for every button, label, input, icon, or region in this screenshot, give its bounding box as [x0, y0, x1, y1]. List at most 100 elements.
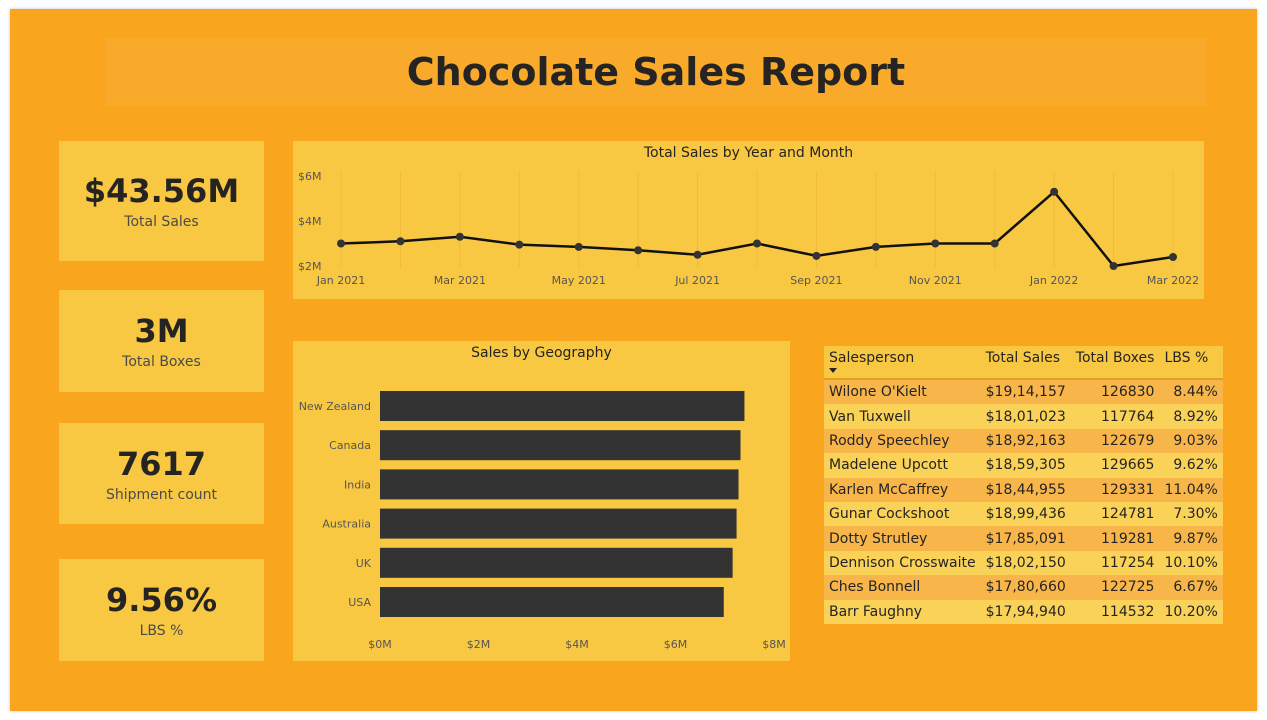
x-tick-label: Jul 2021	[674, 274, 720, 287]
x-tick-label: Jan 2022	[1029, 274, 1078, 287]
kpi-card-lbs-pct[interactable]: 9.56% LBS %	[59, 559, 264, 661]
x-tick-label: Jan 2021	[316, 274, 365, 287]
x-tick-label: $4M	[565, 638, 589, 651]
data-point[interactable]	[1109, 262, 1118, 270]
cell-total-boxes: 126830	[1070, 379, 1160, 405]
cell-total-boxes: 119281	[1070, 526, 1160, 551]
bar[interactable]	[380, 391, 745, 421]
column-header-label: Salesperson	[829, 350, 915, 366]
cell-lbs-pct: 10.20%	[1159, 599, 1223, 624]
data-point[interactable]	[515, 240, 524, 249]
cell-total-boxes: 122679	[1070, 428, 1160, 454]
kpi-value: 9.56%	[105, 581, 217, 619]
table-row[interactable]: Dotty Strutley $17,85,091 119281 9.87%	[824, 526, 1223, 551]
data-point[interactable]	[455, 232, 464, 241]
column-header-total-sales[interactable]: Total Sales	[980, 346, 1071, 380]
cell-total-sales: $18,99,436	[980, 501, 1071, 527]
cell-salesperson: Dotty Strutley	[824, 526, 981, 551]
data-point[interactable]	[1050, 187, 1059, 196]
cell-total-sales: $18,92,163	[980, 428, 1071, 454]
x-tick-label: $0M	[368, 638, 392, 651]
data-point[interactable]	[990, 239, 999, 248]
table-row[interactable]: Van Tuxwell $18,01,023 117764 8.92%	[824, 404, 1223, 429]
sort-descending-icon[interactable]	[829, 368, 837, 373]
category-label: India	[344, 478, 371, 491]
cell-total-boxes: 129331	[1070, 477, 1160, 502]
cell-salesperson: Gunar Cockshoot	[824, 501, 981, 527]
data-point[interactable]	[1169, 253, 1177, 261]
category-label: UK	[356, 557, 372, 570]
cell-lbs-pct: 10.10%	[1159, 550, 1223, 576]
cell-salesperson: Barr Faughny	[824, 599, 981, 624]
table-row[interactable]: Barr Faughny $17,94,940 114532 10.20%	[824, 599, 1223, 624]
line-chart-panel[interactable]: Total Sales by Year and Month $2M $4M $6M J…	[293, 141, 1204, 299]
data-point[interactable]	[693, 250, 702, 259]
x-tick-label: Sep 2021	[790, 274, 842, 287]
table-row[interactable]: Dennison Crosswaite $18,02,150 117254 10.10…	[824, 550, 1223, 576]
table-row[interactable]: Gunar Cockshoot $18,99,436 124781 7.30%	[824, 501, 1223, 527]
cell-salesperson: Van Tuxwell	[824, 404, 981, 429]
cell-lbs-pct: 6.67%	[1159, 575, 1223, 600]
x-tick-label: Mar 2021	[434, 274, 486, 287]
salesperson-table[interactable]: Salesperson Total Sales Total Boxes LBS …	[824, 346, 1223, 624]
column-header-label: Total Boxes	[1075, 350, 1155, 366]
kpi-card-total-boxes[interactable]: 3M Total Boxes	[59, 290, 264, 392]
column-header-total-boxes[interactable]: Total Boxes	[1070, 346, 1160, 380]
table-row[interactable]: Wilone O'Kielt $19,14,157 126830 8.44%	[824, 379, 1223, 405]
table-header-row: Salesperson Total Sales Total Boxes LBS …	[824, 346, 1223, 380]
data-point[interactable]	[753, 239, 761, 248]
cell-salesperson: Roddy Speechley	[824, 428, 981, 454]
cell-total-boxes: 124781	[1070, 501, 1160, 527]
kpi-value: 7617	[116, 444, 207, 483]
cell-total-boxes: 129665	[1070, 453, 1160, 478]
x-tick-label: $6M	[664, 638, 688, 651]
column-header-salesperson[interactable]: Salesperson	[824, 346, 981, 380]
bar-chart-panel[interactable]: Sales by Geography New Zealand Canada Indi…	[293, 341, 790, 661]
kpi-card-shipment-count[interactable]: 7617 Shipment count	[59, 423, 264, 524]
bar[interactable]	[380, 547, 733, 578]
cell-salesperson: Karlen McCaffrey	[824, 477, 981, 502]
table-row[interactable]: Roddy Speechley $18,92,163 122679 9.03%	[824, 428, 1223, 454]
bar[interactable]	[380, 508, 737, 539]
cell-total-sales: $17,94,940	[980, 599, 1071, 624]
table-row[interactable]: Madelene Upcott $18,59,305 129665 9.62%	[824, 453, 1223, 478]
x-tick-label: Nov 2021	[909, 274, 962, 287]
cell-total-sales: $19,14,157	[980, 379, 1071, 405]
column-header-label: LBS %	[1164, 350, 1209, 366]
table-row[interactable]: Ches Bonnell $17,80,660 122725 6.67%	[824, 575, 1223, 600]
cell-lbs-pct: 9.62%	[1159, 453, 1223, 478]
data-point[interactable]	[931, 239, 940, 248]
cell-total-boxes: 122725	[1070, 575, 1160, 600]
line-chart-svg: $2M $4M $6M Jan 2021 Mar 2021 May 2021 Jul 202…	[298, 170, 1199, 287]
cell-total-boxes: 117764	[1070, 404, 1160, 429]
report-title: Chocolate Sales Report	[406, 50, 906, 94]
cell-lbs-pct: 8.44%	[1159, 379, 1223, 405]
cell-total-sales: $17,80,660	[980, 575, 1071, 600]
cell-total-sales: $18,02,150	[980, 550, 1071, 576]
title-band: Chocolate Sales Report	[106, 38, 1206, 106]
table-row[interactable]: Karlen McCaffrey $18,44,955 129331 11.04%	[824, 477, 1223, 502]
data-point[interactable]	[337, 239, 345, 248]
data-point[interactable]	[634, 246, 643, 255]
kpi-card-total-sales[interactable]: $43.56M Total Sales	[59, 141, 264, 261]
category-label: New Zealand	[299, 400, 371, 413]
category-label: Australia	[322, 518, 371, 531]
category-label: Canada	[329, 439, 371, 452]
bar[interactable]	[380, 587, 724, 617]
bar[interactable]	[380, 469, 739, 500]
y-tick-label: $4M	[298, 215, 322, 228]
data-point[interactable]	[871, 242, 880, 251]
kpi-value: 3M	[134, 312, 189, 350]
cell-total-sales: $18,44,955	[980, 477, 1071, 502]
cell-lbs-pct: 11.04%	[1159, 477, 1223, 502]
cell-lbs-pct: 9.03%	[1159, 428, 1223, 454]
data-point[interactable]	[574, 242, 583, 251]
cell-lbs-pct: 7.30%	[1159, 501, 1223, 527]
data-point[interactable]	[812, 251, 821, 260]
column-header-lbs-pct[interactable]: LBS %	[1159, 346, 1223, 380]
data-point[interactable]	[396, 237, 405, 246]
cell-total-boxes: 114532	[1070, 599, 1160, 624]
bar[interactable]	[380, 430, 741, 461]
cell-total-sales: $18,59,305	[980, 453, 1071, 478]
column-header-label: Total Sales	[985, 350, 1061, 366]
